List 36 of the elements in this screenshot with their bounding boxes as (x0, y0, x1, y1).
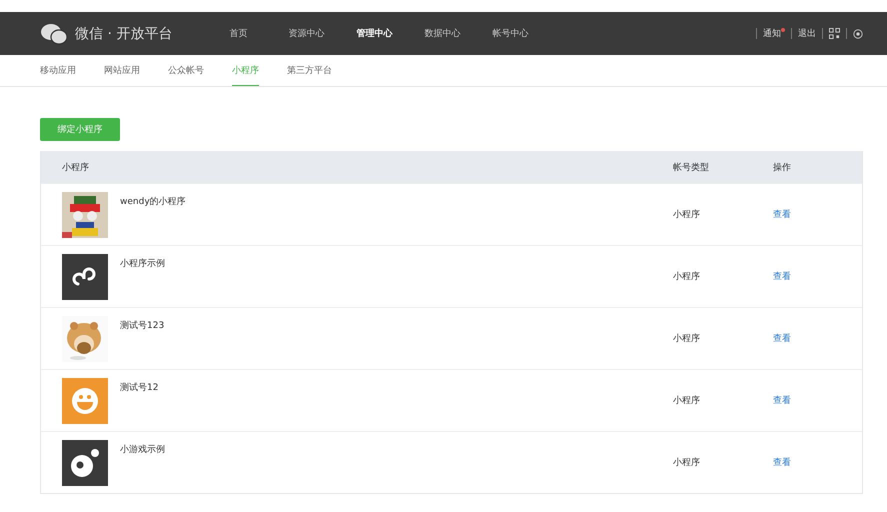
account-type: 小程序 (673, 208, 701, 221)
logout-link[interactable]: 退出 (798, 27, 816, 40)
nav-link[interactable]: 管理中心 (340, 27, 408, 40)
account-type: 小程序 (673, 332, 701, 345)
game-logo-icon (62, 440, 108, 486)
chat-bubbles-icon (41, 22, 67, 44)
column-header: 小程序 (61, 162, 90, 174)
account-type: 小程序 (673, 270, 701, 283)
nav-link[interactable]: 资源中心 (272, 27, 340, 40)
view-link[interactable]: 查看 (773, 394, 862, 407)
app-logo-icon (62, 254, 108, 300)
notice-link[interactable]: 通知 (763, 27, 781, 40)
view-link[interactable]: 查看 (773, 208, 862, 221)
account-type: 小程序 (673, 394, 701, 407)
view-link[interactable]: 查看 (773, 456, 862, 469)
column-header: 操作 (773, 162, 792, 174)
nav-link[interactable]: 数据中心 (408, 27, 476, 40)
smiley-icon (62, 378, 108, 424)
sub-tab[interactable]: 网站应用 (104, 55, 140, 86)
nav-link[interactable]: 首页 (204, 27, 272, 40)
app-name: 小程序示例 (120, 258, 165, 270)
view-link[interactable]: 查看 (773, 332, 862, 345)
column-header: 帐号类型 (673, 162, 710, 174)
user-circle-icon[interactable] (853, 28, 863, 38)
qr-code-icon[interactable] (829, 28, 840, 39)
app-name: 测试号123 (120, 320, 164, 332)
account-type: 小程序 (673, 456, 701, 469)
app-name: 小游戏示例 (120, 444, 165, 456)
sub-tab[interactable]: 公众帐号 (168, 55, 204, 86)
sub-tab[interactable]: 第三方平台 (287, 55, 332, 86)
brand-title: 微信 · 开放平台 (75, 24, 172, 42)
nav-link[interactable]: 帐号中心 (476, 27, 544, 40)
view-link[interactable]: 查看 (773, 270, 862, 283)
sub-tab[interactable]: 移动应用 (40, 55, 76, 86)
app-name: wendy的小程序 (120, 196, 186, 208)
app-name: 测试号12 (120, 382, 158, 394)
